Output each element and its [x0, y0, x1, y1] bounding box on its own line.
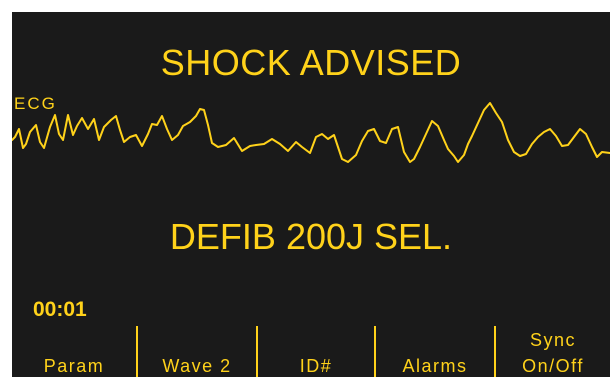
elapsed-timer: 00:01 [33, 298, 87, 321]
softkey-wave-2[interactable]: Wave 2 [138, 326, 256, 377]
softkey-alarms-label: Alarms [402, 356, 468, 376]
softkey-id[interactable]: ID# [258, 326, 374, 377]
softkey-wave-2-label: Wave 2 [162, 356, 232, 376]
softkey-bar: Param Wave 2 ID# Alarms Sync On/Off [12, 326, 610, 377]
ecg-waveform [12, 102, 610, 163]
softkey-sync-on-off[interactable]: Sync On/Off [496, 326, 610, 377]
ecg-trace [12, 102, 610, 163]
energy-selected-message: DEFIB 200J SEL. [169, 216, 453, 257]
softkey-on-off-label: On/Off [522, 356, 584, 376]
softkey-id-label: ID# [299, 356, 333, 376]
softkey-param[interactable]: Param [12, 326, 136, 377]
softkey-sync-label: Sync [529, 330, 577, 350]
softkey-alarms[interactable]: Alarms [376, 326, 494, 377]
softkey-param-label: Param [43, 356, 105, 376]
monitor-screen: SHOCK ADVISED ECG DEFIB 200J SEL. 00:01 … [12, 12, 610, 377]
